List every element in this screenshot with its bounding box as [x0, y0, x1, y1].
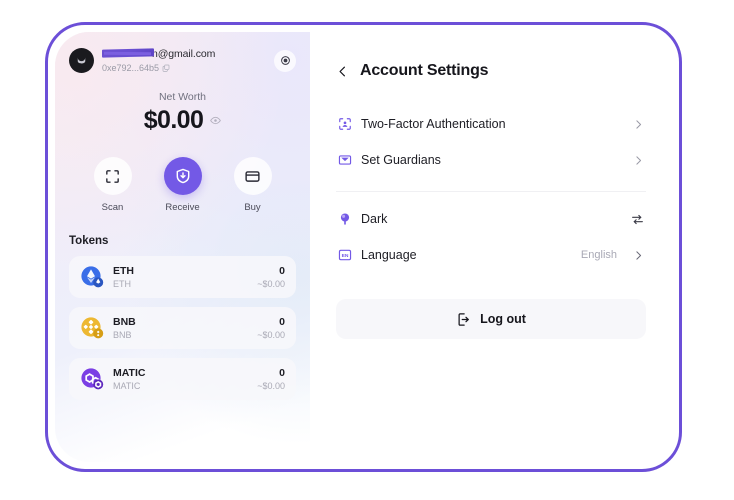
- logout-button[interactable]: Log out: [336, 299, 646, 339]
- device-frame: n@gmail.com 0xe792...64b5 Net Worth $0.0…: [45, 22, 682, 472]
- account-address-row[interactable]: 0xe792...64b5: [102, 63, 266, 73]
- card-icon: [245, 170, 260, 182]
- token-amount: 0: [279, 367, 285, 379]
- matic-token-icon: [81, 368, 104, 390]
- token-names: ETH ETH: [113, 265, 248, 289]
- token-name: MATIC: [113, 381, 141, 391]
- token-values: 0 ~$0.00: [257, 316, 285, 340]
- theme-swap-toggle-icon[interactable]: [631, 213, 644, 226]
- action-buy[interactable]: Buy: [231, 157, 275, 213]
- token-name: BNB: [113, 330, 132, 340]
- tokens-title: Tokens: [69, 235, 109, 247]
- logout-icon: [458, 312, 469, 326]
- wallet-panel: n@gmail.com 0xe792...64b5 Net Worth $0.0…: [55, 32, 310, 462]
- action-receive-circle: [163, 157, 202, 195]
- avatar: [69, 48, 94, 73]
- sidebar-item-language[interactable]: EN Language English: [336, 237, 646, 273]
- scan-icon: [106, 169, 119, 183]
- sidebar-item-set-guardians[interactable]: Set Guardians: [336, 142, 646, 178]
- token-list: ETH ETH 0 ~$0.00 BNB BNB 0 ~$0.00 MATIC …: [55, 256, 310, 400]
- bnb-token-icon: [81, 317, 104, 339]
- user-avatar-icon: [77, 57, 86, 64]
- language-icon: EN: [338, 249, 352, 261]
- settings-panel: Account Settings Two-Factor Authenticati…: [310, 32, 672, 462]
- face-scan-icon: [339, 118, 351, 130]
- action-scan[interactable]: Scan: [91, 157, 135, 213]
- net-worth-value-row: $0.00: [55, 106, 310, 135]
- token-fiat: ~$0.00: [257, 381, 285, 391]
- token-amount: 0: [279, 316, 285, 328]
- sidebar-item-label: Language: [361, 248, 417, 262]
- chevron-right-icon: [636, 119, 642, 129]
- token-amount: 0: [279, 265, 285, 277]
- gear-icon: [280, 56, 290, 65]
- wallet-settings-button[interactable]: [274, 49, 296, 72]
- eye-icon[interactable]: [210, 115, 222, 126]
- copy-icon[interactable]: [162, 64, 170, 72]
- account-email-wrap: n@gmail.com: [102, 48, 266, 61]
- token-values: 0 ~$0.00: [257, 265, 285, 289]
- table-row[interactable]: MATIC MATIC 0 ~$0.00: [69, 358, 296, 400]
- wallet-actions: Scan Receive Buy: [55, 157, 310, 213]
- chevron-right-icon: [636, 250, 642, 260]
- sidebar-item-label: Two-Factor Authentication: [361, 117, 506, 131]
- action-buy-label: Buy: [244, 202, 261, 213]
- sidebar-item-label: Dark: [361, 212, 388, 226]
- token-values: 0 ~$0.00: [257, 367, 285, 391]
- token-symbol: BNB: [113, 316, 136, 328]
- action-scan-circle: [93, 157, 132, 195]
- chevron-right-icon: [636, 155, 642, 165]
- theme-balloon-icon: [340, 213, 350, 225]
- action-scan-label: Scan: [101, 202, 124, 213]
- page-title: Account Settings: [360, 62, 489, 79]
- language-value: English: [580, 249, 617, 261]
- net-worth-label: Net Worth: [158, 91, 207, 103]
- chevron-left-icon[interactable]: [336, 65, 349, 78]
- sidebar-item-label: Set Guardians: [361, 153, 441, 167]
- svg-text:EN: EN: [342, 253, 349, 259]
- token-names: MATIC MATIC: [113, 367, 248, 391]
- token-name: ETH: [113, 279, 131, 289]
- email-redaction-mark: [102, 48, 154, 58]
- action-buy-circle: [233, 157, 272, 195]
- sidebar-item-dark[interactable]: Dark: [336, 201, 646, 237]
- device-inner: n@gmail.com 0xe792...64b5 Net Worth $0.0…: [55, 32, 672, 462]
- token-fiat: ~$0.00: [257, 330, 285, 340]
- receive-icon: [176, 168, 189, 184]
- sidebar-item-two-factor-authentication[interactable]: Two-Factor Authentication: [336, 106, 646, 142]
- account-text: n@gmail.com 0xe792...64b5: [102, 48, 266, 73]
- action-receive-label: Receive: [165, 202, 200, 213]
- token-fiat: ~$0.00: [257, 279, 285, 289]
- token-symbol: MATIC: [113, 367, 146, 379]
- net-worth-value: $0.00: [143, 106, 204, 134]
- settings-header: Account Settings: [336, 62, 646, 80]
- guardian-shield-icon: [338, 155, 352, 165]
- account-address: 0xe792...64b5: [102, 63, 160, 73]
- logout-label: Log out: [480, 312, 526, 326]
- table-row[interactable]: ETH ETH 0 ~$0.00: [69, 256, 296, 298]
- token-symbol: ETH: [113, 265, 134, 277]
- account-header[interactable]: n@gmail.com 0xe792...64b5: [55, 32, 310, 73]
- divider: [336, 191, 646, 192]
- token-names: BNB BNB: [113, 316, 248, 340]
- action-receive[interactable]: Receive: [161, 157, 205, 213]
- wallet-scroll-area[interactable]: n@gmail.com 0xe792...64b5 Net Worth $0.0…: [55, 32, 310, 462]
- net-worth-section: Net Worth $0.00: [55, 91, 310, 135]
- table-row[interactable]: BNB BNB 0 ~$0.00: [69, 307, 296, 349]
- eth-token-icon: [81, 266, 104, 288]
